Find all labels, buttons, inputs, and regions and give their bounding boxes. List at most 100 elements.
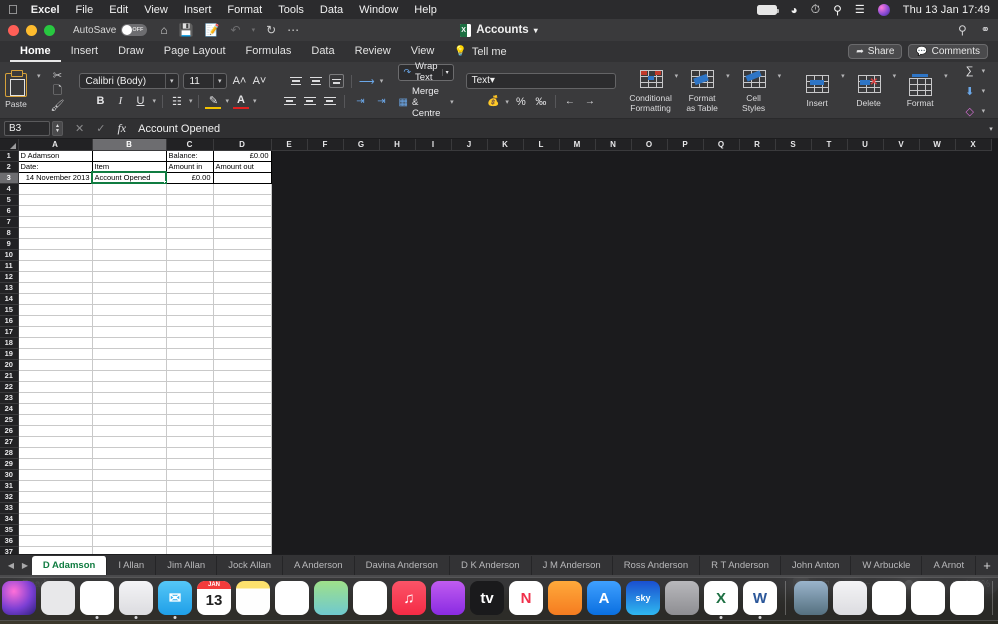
cell-E10[interactable] <box>271 249 307 260</box>
cell-B17[interactable] <box>92 326 167 338</box>
cell-W36[interactable] <box>919 535 955 546</box>
cell-F27[interactable] <box>307 436 343 447</box>
column-header-e[interactable]: E <box>271 139 308 151</box>
spotlight-search-icon[interactable]: ⚲ <box>833 3 842 17</box>
cell-H11[interactable] <box>379 260 415 271</box>
dock-icon-document-pdf[interactable] <box>872 581 906 615</box>
cell-X34[interactable] <box>955 513 991 524</box>
cell-X27[interactable] <box>955 436 991 447</box>
cell-R8[interactable] <box>739 227 775 238</box>
cell-R30[interactable] <box>739 469 775 480</box>
cell-I9[interactable] <box>415 238 451 249</box>
cell-E26[interactable] <box>271 425 307 436</box>
cell-Q36[interactable] <box>703 535 739 546</box>
cell-W24[interactable] <box>919 403 955 414</box>
column-header-k[interactable]: K <box>487 139 524 151</box>
cell-J25[interactable] <box>451 414 487 425</box>
cell-E37[interactable] <box>271 546 307 554</box>
cell-S13[interactable] <box>775 282 811 293</box>
cell-U9[interactable] <box>847 238 883 249</box>
cell-F20[interactable] <box>307 359 343 370</box>
cell-Q19[interactable] <box>703 348 739 359</box>
row-header-7[interactable]: 7 <box>0 216 19 228</box>
cell-L13[interactable] <box>523 282 559 293</box>
cell-O5[interactable] <box>631 194 667 205</box>
cell-G37[interactable] <box>343 546 379 554</box>
cell-K37[interactable] <box>487 546 523 554</box>
cell-R23[interactable] <box>739 392 775 403</box>
cell-W14[interactable] <box>919 293 955 304</box>
cell-N35[interactable] <box>595 524 631 535</box>
row-header-6[interactable]: 6 <box>0 205 19 217</box>
cell-E17[interactable] <box>271 326 307 337</box>
row-header-14[interactable]: 14 <box>0 293 19 305</box>
cell-K9[interactable] <box>487 238 523 249</box>
cell-K14[interactable] <box>487 293 523 304</box>
cell-Q27[interactable] <box>703 436 739 447</box>
cell-D35[interactable] <box>213 524 272 536</box>
cell-D3[interactable] <box>212 171 272 184</box>
row-header-23[interactable]: 23 <box>0 392 19 404</box>
cell-U24[interactable] <box>847 403 883 414</box>
row-header-24[interactable]: 24 <box>0 403 19 415</box>
cell-D10[interactable] <box>213 249 272 261</box>
cell-L29[interactable] <box>523 458 559 469</box>
cell-F10[interactable] <box>307 249 343 260</box>
column-header-d[interactable]: D <box>213 139 272 151</box>
row-header-12[interactable]: 12 <box>0 271 19 283</box>
align-bottom-button[interactable] <box>328 74 344 88</box>
cell-P10[interactable] <box>667 249 703 260</box>
cell-A26[interactable] <box>18 425 93 437</box>
cell-F25[interactable] <box>307 414 343 425</box>
cell-I12[interactable] <box>415 271 451 282</box>
font-colour-icon[interactable]: A <box>233 93 249 109</box>
chevron-down-icon[interactable]: ▾ <box>189 97 193 105</box>
cell-U6[interactable] <box>847 205 883 216</box>
cell-M17[interactable] <box>559 326 595 337</box>
cell-N10[interactable] <box>595 249 631 260</box>
cell-X1[interactable] <box>955 150 991 161</box>
cell-U32[interactable] <box>847 491 883 502</box>
cell-E8[interactable] <box>271 227 307 238</box>
cell-E27[interactable] <box>271 436 307 447</box>
cell-U26[interactable] <box>847 425 883 436</box>
cell-D4[interactable] <box>213 183 272 195</box>
cell-H14[interactable] <box>379 293 415 304</box>
cell-I19[interactable] <box>415 348 451 359</box>
cell-D18[interactable] <box>213 337 272 349</box>
cell-M22[interactable] <box>559 381 595 392</box>
cell-W4[interactable] <box>919 183 955 194</box>
cell-M19[interactable] <box>559 348 595 359</box>
cell-P18[interactable] <box>667 337 703 348</box>
cell-K17[interactable] <box>487 326 523 337</box>
autosave-control[interactable]: AutoSave OFF <box>73 24 148 36</box>
dock-icon-podcasts[interactable] <box>431 581 465 615</box>
decrease-indent-icon[interactable]: ⇥ <box>352 93 368 109</box>
cell-P7[interactable] <box>667 216 703 227</box>
cell-N34[interactable] <box>595 513 631 524</box>
cell-N18[interactable] <box>595 337 631 348</box>
cell-X35[interactable] <box>955 524 991 535</box>
maximise-window-button[interactable] <box>44 24 55 36</box>
cell-G26[interactable] <box>343 425 379 436</box>
cell-M4[interactable] <box>559 183 595 194</box>
cell-O21[interactable] <box>631 370 667 381</box>
cell-S20[interactable] <box>775 359 811 370</box>
cell-E15[interactable] <box>271 304 307 315</box>
cell-O32[interactable] <box>631 491 667 502</box>
insert-cells-button[interactable]: Insert <box>795 66 839 116</box>
cell-T29[interactable] <box>811 458 847 469</box>
cell-B22[interactable] <box>92 381 167 393</box>
formula-input[interactable]: Account Opened <box>126 123 984 135</box>
cell-K11[interactable] <box>487 260 523 271</box>
next-sheet-icon[interactable]: ▶ <box>18 561 32 570</box>
cell-E32[interactable] <box>271 491 307 502</box>
cell-D37[interactable] <box>213 546 272 554</box>
cell-C20[interactable] <box>166 359 214 371</box>
column-header-j[interactable]: J <box>451 139 488 151</box>
share-button[interactable]: ➦ Share <box>848 44 903 59</box>
cell-P9[interactable] <box>667 238 703 249</box>
cell-U28[interactable] <box>847 447 883 458</box>
column-header-a[interactable]: A <box>18 139 93 151</box>
row-header-2[interactable]: 2 <box>0 161 19 173</box>
